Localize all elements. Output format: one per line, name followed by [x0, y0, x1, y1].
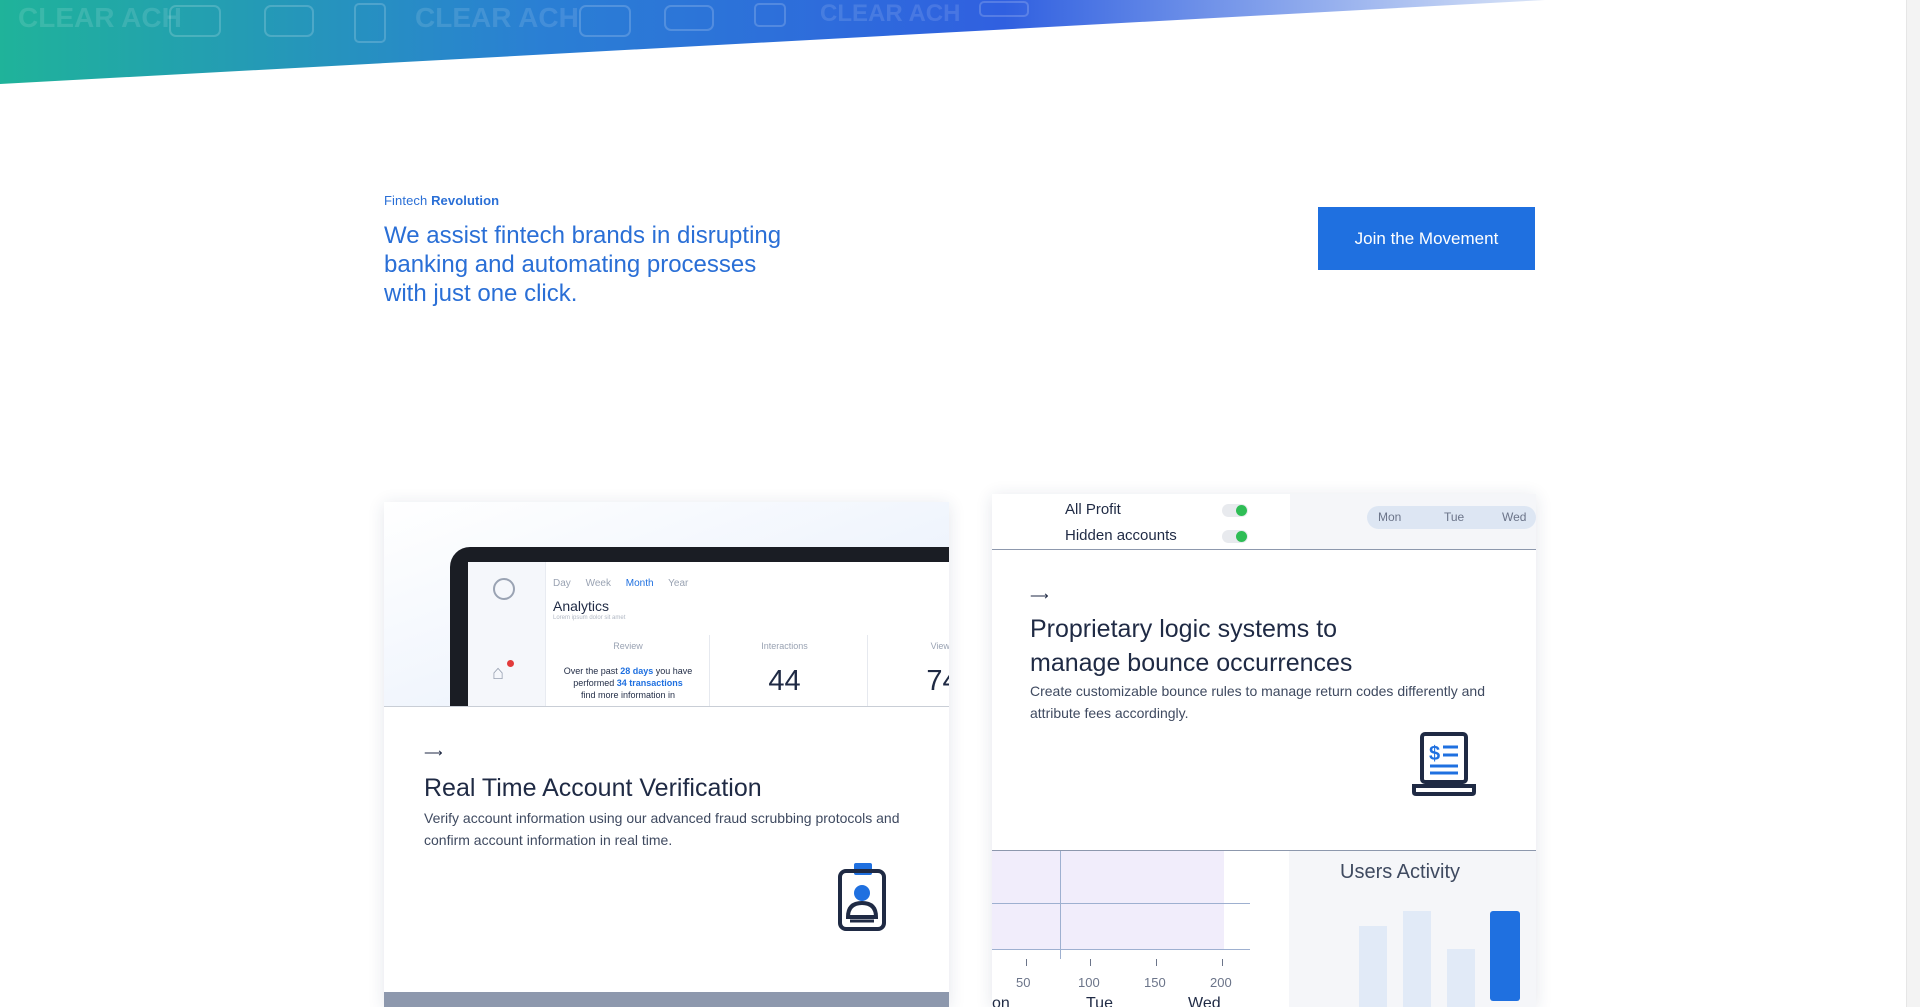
x-day-mon: on — [992, 995, 1010, 1007]
mockup-avatar-icon — [493, 578, 515, 600]
hero-headline: We assist fintech brands in disrupting b… — [384, 222, 782, 307]
x-label-50: 50 — [1016, 975, 1031, 990]
interactions-value: 44 — [768, 665, 801, 697]
grid-line — [1060, 851, 1061, 959]
review-days: 28 days — [620, 666, 654, 676]
activity-bar — [1447, 949, 1475, 1007]
mockup-tab-year: Year — [668, 578, 689, 589]
toggle-label-hidden-accounts: Hidden accounts — [1065, 527, 1177, 544]
card-body: ⟶ Real Time Account Verification Verify … — [384, 706, 949, 992]
hero-eyebrow: Fintech Revolution — [384, 193, 499, 208]
toggle-all-profit[interactable] — [1222, 504, 1248, 517]
notification-dot — [507, 660, 514, 667]
x-day-wed: Wed — [1188, 995, 1221, 1007]
review-line3: find more information in — [580, 690, 676, 700]
axis-tick — [1156, 959, 1157, 966]
views-value: 74 — [926, 665, 949, 697]
svg-text:$: $ — [1429, 743, 1440, 765]
toggle-label-all-profit: All Profit — [1065, 501, 1121, 518]
mockup-col-views: Views 74 — [867, 635, 949, 706]
day-tue[interactable]: Tue — [1444, 510, 1464, 524]
mockup-tabs: Day Week Month Year — [553, 578, 700, 589]
toggle-hidden-accounts[interactable] — [1222, 530, 1248, 543]
axis-tick — [1026, 959, 1027, 966]
review-transactions: 34 transactions — [616, 678, 683, 688]
axis-tick — [1090, 959, 1091, 966]
mockup-col-interactions: Interactions 44 — [709, 635, 859, 706]
grid-line — [992, 903, 1250, 904]
col-review-header: Review — [613, 641, 643, 651]
activity-bar — [1403, 911, 1431, 1007]
review-line1: Over the past — [563, 666, 618, 676]
banner-watermark-2: CLEAR ACH — [415, 2, 579, 33]
card-description: Verify account information using our adv… — [424, 810, 900, 848]
id-badge-icon — [838, 863, 886, 931]
arrow-right-icon: ⟶ — [424, 745, 443, 760]
eyebrow-prefix: Fintech — [384, 193, 428, 208]
mockup-title: Analytics — [553, 598, 610, 614]
feature-card-bounce[interactable]: All Profit Hidden accounts Mon Tue Wed ⟶… — [992, 494, 1536, 1007]
review-summary: Over the past 28 days you have performed… — [553, 665, 703, 701]
activity-bar-active — [1490, 911, 1520, 1001]
col-interactions-header: Interactions — [761, 641, 808, 651]
axis-tick — [1222, 959, 1223, 966]
users-activity-title: Users Activity — [1340, 861, 1461, 883]
mockup-tab-month: Month — [625, 578, 654, 589]
day-mon[interactable]: Mon — [1378, 510, 1401, 524]
activity-bar — [1359, 926, 1387, 1007]
x-label-150: 150 — [1144, 975, 1166, 990]
grid-line — [992, 949, 1250, 950]
x-label-100: 100 — [1078, 975, 1100, 990]
chart-grid-area — [992, 851, 1224, 949]
page-scrollbar[interactable] — [1906, 0, 1920, 1007]
mockup-tab-week: Week — [585, 578, 611, 589]
mockup-subtitle: Lorem ipsum dolor sit amet — [553, 615, 626, 621]
join-movement-button[interactable]: Join the Movement — [1318, 207, 1535, 270]
card-mockup-toggles: All Profit Hidden accounts Mon Tue Wed — [992, 494, 1536, 549]
mockup-tab-day: Day — [553, 578, 571, 589]
banner-watermark-1: CLEAR ACH — [18, 2, 182, 33]
x-label-200: 200 — [1210, 975, 1232, 990]
card-mockup-analytics: ⌂ Day Week Month Year Analytics Lorem ip… — [384, 502, 949, 706]
banner-watermark-3: CLEAR ACH — [820, 0, 961, 27]
mockup-home-icon: ⌂ — [492, 662, 505, 684]
card-description: Create customizable bounce rules to mana… — [1030, 683, 1486, 721]
card-title: Real Time Account Verification — [424, 774, 762, 802]
day-wed[interactable]: Wed — [1502, 510, 1526, 524]
col-views-header: Views — [930, 641, 949, 651]
card-mockup-chart: 50 100 150 200 on Tue Wed Users Activity — [992, 851, 1536, 1007]
card-bottom-strip — [384, 992, 949, 1007]
x-day-tue: Tue — [1086, 995, 1113, 1007]
top-banner: CLEAR ACH CLEAR ACH CLEAR ACH — [0, 0, 1920, 90]
mockup-col-review: Review Over the past 28 days you have pe… — [553, 635, 703, 706]
invoice-laptop-icon: $ — [1412, 732, 1476, 796]
card-title: Proprietary logic systems to manage boun… — [1030, 615, 1353, 677]
card-body: ⟶ Proprietary logic systems to manage bo… — [992, 549, 1536, 851]
eyebrow-emphasis: Revolution — [431, 193, 500, 208]
arrow-right-icon: ⟶ — [1030, 588, 1049, 603]
feature-card-verification[interactable]: ⌂ Day Week Month Year Analytics Lorem ip… — [384, 502, 949, 1007]
